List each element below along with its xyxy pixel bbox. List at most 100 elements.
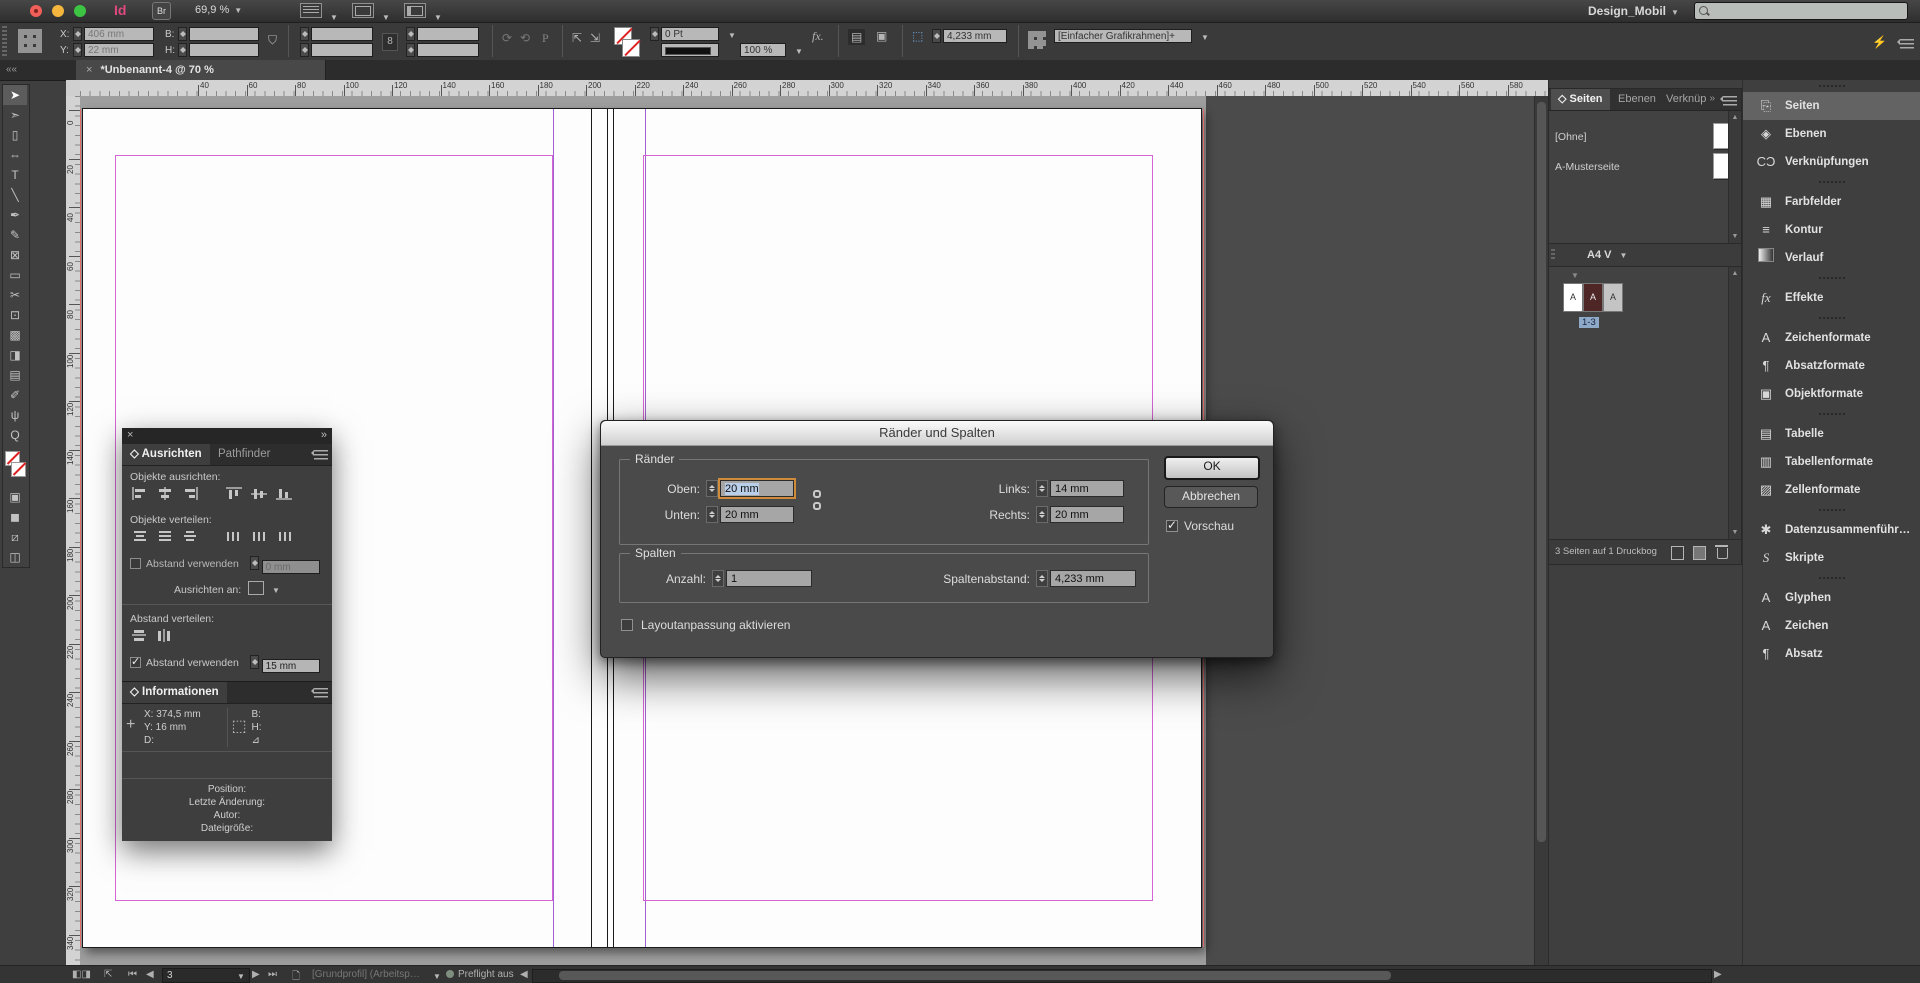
align-top-icon[interactable] bbox=[226, 487, 242, 505]
scroll-up-icon[interactable]: ▲ bbox=[1729, 114, 1741, 121]
scroll-right-icon[interactable]: ▶ bbox=[1714, 969, 1722, 980]
dock-item-ebenen[interactable]: ◈Ebenen bbox=[1743, 120, 1920, 148]
align-to-selection-icon[interactable] bbox=[248, 581, 264, 595]
x-stepper[interactable] bbox=[73, 27, 82, 41]
align-bottom-icon[interactable] bbox=[276, 487, 292, 505]
y-value-field[interactable]: 22 mm bbox=[84, 43, 154, 57]
screen-mode-button[interactable]: ◫ bbox=[3, 547, 27, 567]
reference-point-proxy[interactable] bbox=[18, 29, 42, 53]
rectangle-tool[interactable]: ▭ bbox=[3, 265, 27, 285]
page-thumbnail[interactable]: A bbox=[1603, 283, 1623, 312]
rotation-angle-field[interactable] bbox=[417, 27, 479, 41]
right-margin-stepper[interactable] bbox=[1036, 506, 1048, 523]
selection-tool[interactable]: ➤ bbox=[3, 85, 27, 105]
dock-item-glyphen[interactable]: AGlyphen bbox=[1743, 584, 1920, 612]
dock-item-verlauf[interactable]: Verlauf bbox=[1743, 244, 1920, 272]
collapse-dock-icon[interactable]: «« bbox=[6, 64, 17, 75]
free-transform-tool[interactable]: ⊡ bbox=[3, 305, 27, 325]
distribute-bottom-icon[interactable] bbox=[182, 530, 198, 548]
x-value-field[interactable]: 406 mm bbox=[84, 27, 154, 41]
link-scale-icon[interactable]: 8 bbox=[382, 33, 398, 51]
preflight-doc-icon[interactable]: 🗋 bbox=[292, 969, 300, 983]
pen-tool[interactable]: ✒ bbox=[3, 205, 27, 225]
page-range-badge[interactable]: 1-3 bbox=[1579, 317, 1599, 328]
page-tool[interactable]: ▯ bbox=[3, 125, 27, 145]
scale-y-stepper[interactable] bbox=[300, 43, 309, 57]
scroll-down-icon[interactable]: ▼ bbox=[1729, 529, 1741, 536]
masters-scrollbar[interactable]: ▲▼ bbox=[1728, 111, 1741, 243]
dock-item-zellenformate[interactable]: ▨Zellenformate bbox=[1743, 476, 1920, 504]
panel-title-bar[interactable]: × » bbox=[122, 428, 332, 444]
type-tool[interactable]: T bbox=[3, 165, 27, 185]
ok-button[interactable]: OK bbox=[1164, 456, 1260, 480]
layout-adjust-checkbox[interactable] bbox=[621, 619, 633, 631]
dialog-title-bar[interactable]: Ränder und Spalten bbox=[601, 421, 1273, 446]
minimize-window-button[interactable] bbox=[52, 5, 64, 17]
dock-item-tabellenformate[interactable]: ▥Tabellenformate bbox=[1743, 448, 1920, 476]
dock-group-handle[interactable] bbox=[1819, 181, 1845, 183]
cancel-button[interactable]: Abbrechen bbox=[1164, 486, 1258, 508]
dock-group-handle[interactable] bbox=[1819, 509, 1845, 511]
y-stepper[interactable] bbox=[73, 43, 82, 57]
top-margin-field[interactable]: 20 mm bbox=[720, 480, 794, 497]
corner-radius-field[interactable]: 4,233 mm bbox=[943, 29, 1007, 43]
stroke-weight-stepper[interactable] bbox=[650, 27, 659, 41]
scrollbar-thumb[interactable] bbox=[559, 971, 1391, 980]
collapse-to-icons-icon[interactable]: » bbox=[1709, 93, 1715, 104]
view-options-dropdown[interactable] bbox=[300, 3, 322, 18]
next-page-icon[interactable]: ▶ bbox=[252, 969, 260, 980]
distribute-left-icon[interactable] bbox=[226, 530, 242, 548]
column-count-field[interactable]: 1 bbox=[726, 570, 812, 587]
preview-checkbox[interactable] bbox=[1166, 520, 1178, 532]
previous-page-icon[interactable]: ◀ bbox=[146, 969, 154, 980]
width-stepper[interactable] bbox=[178, 27, 187, 41]
dock-item-kontur[interactable]: ≡Kontur bbox=[1743, 216, 1920, 244]
page-thumbnail[interactable]: A bbox=[1583, 283, 1603, 312]
scale-x-field[interactable] bbox=[311, 27, 373, 41]
tab-informationen[interactable]: ◇ Informationen bbox=[122, 682, 227, 703]
left-margin-field[interactable]: 14 mm bbox=[1050, 480, 1124, 497]
dock-item-zeichenformate[interactable]: AZeichenformate bbox=[1743, 324, 1920, 352]
rotation-stepper[interactable] bbox=[406, 27, 415, 41]
corner-options-icon[interactable]: ⬚ bbox=[912, 29, 923, 43]
dock-item-farbfelder[interactable]: ▦Farbfelder bbox=[1743, 188, 1920, 216]
distribute-horizontal-space-icon[interactable] bbox=[157, 629, 173, 647]
new-page-icon[interactable] bbox=[1693, 546, 1706, 560]
delete-page-icon[interactable] bbox=[1717, 548, 1728, 559]
left-margin-stepper[interactable] bbox=[1036, 480, 1048, 497]
dock-group-handle[interactable] bbox=[1819, 577, 1845, 579]
gradient-feather-tool[interactable]: ◨ bbox=[3, 345, 27, 365]
spacing-stepper[interactable] bbox=[250, 556, 259, 570]
panel-menu-icon[interactable] bbox=[314, 688, 328, 698]
panel-menu-icon[interactable] bbox=[1723, 96, 1737, 106]
master-page-item[interactable]: [Ohne] bbox=[1555, 131, 1587, 143]
tab-verknuepfungen[interactable]: Verknüp bbox=[1659, 89, 1713, 110]
master-page-item[interactable]: A-Musterseite bbox=[1555, 161, 1620, 173]
shear-angle-field[interactable] bbox=[417, 43, 479, 57]
dock-item-skripte[interactable]: SSkripte bbox=[1743, 544, 1920, 572]
shear-stepper[interactable] bbox=[406, 43, 415, 57]
document-tab[interactable]: ×*Unbenannt-4 @ 70 % bbox=[76, 60, 326, 80]
dock-item-seiten[interactable]: ⎘Seiten bbox=[1743, 92, 1920, 120]
top-margin-stepper[interactable] bbox=[706, 480, 718, 497]
spacing2-field[interactable]: 15 mm bbox=[262, 659, 320, 673]
dock-item-objektformate[interactable]: ▣Objektformate bbox=[1743, 380, 1920, 408]
fill-stroke-proxy[interactable] bbox=[3, 449, 27, 483]
tab-pathfinder[interactable]: Pathfinder bbox=[210, 444, 278, 465]
dock-group-handle[interactable] bbox=[1819, 413, 1845, 415]
width-value-field[interactable] bbox=[189, 27, 259, 41]
arrange-documents-dropdown[interactable] bbox=[404, 3, 426, 18]
workspace-switcher[interactable]: Design_Mobil▼ bbox=[1588, 4, 1679, 18]
align-vertical-center-icon[interactable] bbox=[251, 487, 267, 505]
rectangle-frame-tool[interactable]: ⊠ bbox=[3, 245, 27, 265]
distribute-vertical-center-icon[interactable] bbox=[157, 530, 173, 548]
panel-menu-icon[interactable] bbox=[314, 450, 328, 460]
align-horizontal-center-icon[interactable] bbox=[157, 487, 173, 505]
column-guide[interactable] bbox=[553, 109, 554, 947]
gradient-tool[interactable]: ▩ bbox=[3, 325, 27, 345]
gap-tool[interactable]: ⇔ bbox=[3, 145, 27, 165]
opacity-field[interactable]: 100 % bbox=[740, 43, 786, 57]
panel-grip[interactable] bbox=[2, 26, 7, 56]
close-window-button[interactable] bbox=[30, 5, 42, 17]
info-panel-header[interactable]: ◇ Informationen bbox=[122, 681, 332, 704]
